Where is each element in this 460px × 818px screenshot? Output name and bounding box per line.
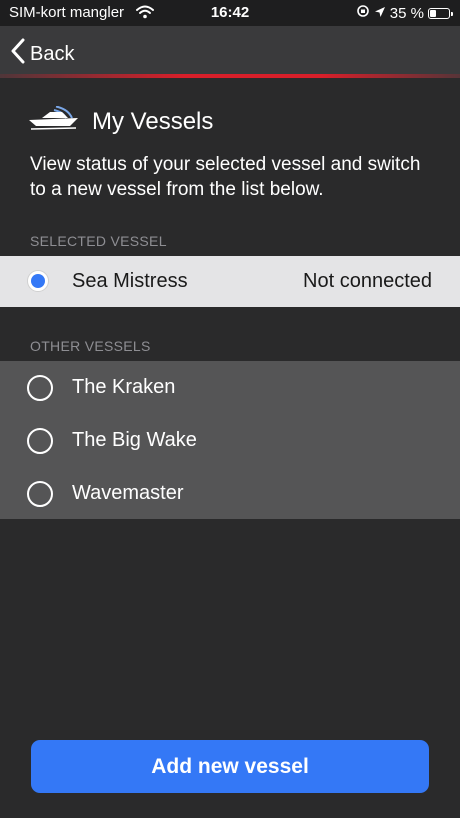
other-vessels-list: The Kraken The Big Wake Wavemaster: [0, 361, 460, 519]
orientation-lock-icon: [356, 4, 370, 22]
radio-selected[interactable]: [27, 270, 49, 292]
list-item[interactable]: The Big Wake: [0, 414, 460, 467]
connection-status: Not connected: [303, 270, 432, 292]
chevron-left-icon: [10, 38, 26, 70]
boat-icon: [28, 105, 80, 137]
other-vessels-label: OTHER VESSELS: [30, 338, 151, 354]
add-vessel-button[interactable]: Add new vessel: [31, 740, 429, 793]
radio-unselected[interactable]: [27, 375, 53, 401]
vessel-name: Wavemaster: [72, 482, 184, 504]
vessel-name: The Kraken: [72, 376, 176, 398]
selected-vessel-label: SELECTED VESSEL: [30, 233, 167, 249]
page-header: My Vessels: [28, 105, 214, 137]
vessel-name: The Big Wake: [72, 429, 197, 451]
navigation-bar: Back: [0, 26, 460, 78]
battery-percent: 35 %: [389, 4, 424, 22]
battery-icon: [428, 7, 453, 19]
page-title: My Vessels: [92, 107, 214, 135]
radio-unselected[interactable]: [27, 481, 53, 507]
brand-accent-line: [0, 74, 460, 78]
status-right: 35 %: [356, 4, 453, 22]
status-bar: SIM-kort mangler 16:42 35 %: [0, 0, 460, 26]
radio-unselected[interactable]: [27, 428, 53, 454]
selected-vessel-row[interactable]: Sea Mistress Not connected: [0, 256, 460, 307]
vessel-name: Sea Mistress: [72, 270, 188, 292]
page-description: View status of your selected vessel and …: [30, 154, 421, 200]
back-button[interactable]: Back: [10, 38, 74, 70]
list-item[interactable]: The Kraken: [0, 361, 460, 414]
location-arrow-icon: [374, 5, 386, 22]
back-label: Back: [30, 42, 75, 65]
list-item[interactable]: Wavemaster: [0, 467, 460, 520]
